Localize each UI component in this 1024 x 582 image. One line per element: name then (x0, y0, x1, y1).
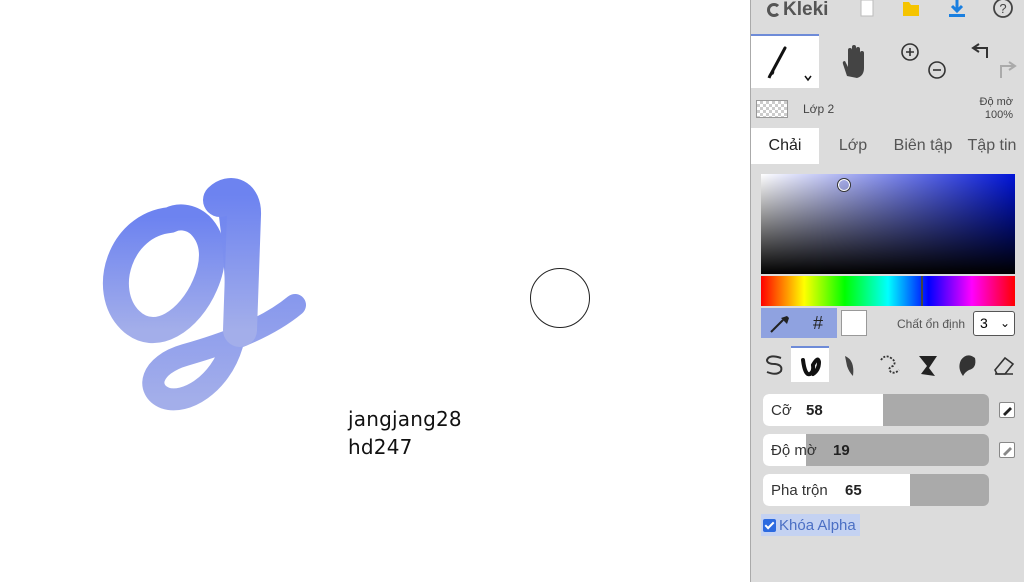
eyedropper-icon (770, 316, 789, 333)
blend-slider[interactable]: Pha trộn 65 (763, 474, 989, 506)
drawing-canvas[interactable]: jangjang28 hd247 (0, 0, 750, 582)
tab-file[interactable]: Tập tin (959, 128, 1024, 164)
sketchy-brush-icon[interactable] (831, 346, 869, 382)
eraser-icon[interactable] (985, 346, 1023, 382)
zoom-out-icon[interactable] (928, 61, 946, 79)
help-icon[interactable]: ? (991, 0, 1015, 20)
opacity-pressure-toggle[interactable] (999, 442, 1015, 458)
top-bar: Kleki ? (751, 0, 1024, 30)
hex-input-button[interactable]: # (799, 308, 837, 338)
opacity-slider-label: Độ mờ (771, 442, 817, 459)
stabilizer-label: Chất ổn định (897, 317, 966, 331)
hue-slider[interactable] (761, 276, 1015, 306)
saturation-value-picker[interactable] (761, 174, 1015, 274)
tool-row (751, 34, 1024, 88)
alpha-lock-label: Khóa Alpha (779, 516, 856, 534)
undo-icon[interactable] (971, 43, 988, 58)
stabilizer-select[interactable]: 3 ⌄ (973, 311, 1015, 336)
layer-opacity: Độ mờ 100% (980, 96, 1014, 122)
undo-redo-buttons (957, 34, 1024, 88)
brush-type-row (751, 346, 1024, 382)
blend-slider-label: Pha trộn (771, 482, 828, 499)
logo-text: Kleki (783, 0, 829, 20)
brush-stroke-letter-g (102, 178, 306, 411)
eyedropper-button[interactable] (761, 308, 799, 338)
size-slider-label: Cỡ (771, 402, 792, 419)
color-tools-row: # Chất ổn định 3 ⌄ (761, 308, 1015, 338)
layer-opacity-value: 100% (984, 109, 1013, 121)
download-icon[interactable] (945, 0, 969, 20)
brush-cursor (530, 268, 590, 328)
hue-slider-handle[interactable] (921, 276, 923, 306)
tab-edit[interactable]: Biên tập (887, 128, 959, 164)
redo-icon[interactable] (1000, 61, 1017, 78)
svg-text:?: ? (999, 1, 1006, 16)
layer-name: Lớp 2 (803, 102, 835, 116)
zoom-in-icon[interactable] (901, 43, 919, 61)
canvas-text-line-1: jangjang28 (348, 407, 462, 431)
alpha-lock-toggle[interactable]: Khóa Alpha (761, 514, 860, 536)
pixel-brush-icon[interactable] (871, 346, 909, 382)
tool-panel: Kleki ? Lớp 2 Độ mờ 100% Chải Lớp Biên t… (750, 0, 1024, 582)
chevron-down-icon: ⌄ (999, 316, 1010, 330)
size-slider[interactable]: Cỡ 58 (763, 394, 989, 426)
alpha-lock-checkbox[interactable] (763, 518, 776, 532)
hand-tool-button[interactable] (821, 34, 887, 88)
secondary-color-swatch[interactable] (841, 310, 867, 336)
panel-tabs: Chải Lớp Biên tập Tập tin (751, 128, 1024, 164)
blend-slider-value: 65 (845, 482, 862, 499)
current-layer-row[interactable]: Lớp 2 Độ mờ 100% (751, 92, 1024, 124)
blend-brush-icon[interactable] (791, 346, 829, 382)
pen-brush-icon[interactable] (755, 346, 793, 382)
layer-opacity-label: Độ mờ (979, 96, 1014, 108)
smudge-brush-icon[interactable] (947, 346, 985, 382)
brush-tool-button[interactable] (751, 34, 819, 88)
size-slider-value: 58 (806, 402, 823, 419)
zoom-buttons (889, 34, 953, 88)
new-file-icon[interactable] (855, 0, 879, 20)
pen-pressure-icon (1003, 447, 1012, 456)
size-pressure-toggle[interactable] (999, 402, 1015, 418)
opacity-slider-value: 19 (833, 442, 850, 459)
canvas-text-line-2: hd247 (348, 435, 413, 459)
chemy-brush-icon[interactable] (909, 346, 947, 382)
save-icon[interactable] (899, 0, 923, 20)
brush-icon (767, 46, 812, 82)
hand-icon (842, 45, 864, 78)
color-picker-handle[interactable] (837, 178, 851, 192)
opacity-slider[interactable]: Độ mờ 19 (763, 434, 989, 466)
layer-thumbnail (756, 100, 788, 118)
kleki-logo[interactable]: Kleki (767, 0, 828, 20)
tab-layers[interactable]: Lớp (819, 128, 887, 164)
kleki-logo-icon (767, 3, 781, 17)
pen-pressure-icon (1003, 407, 1012, 416)
tab-brush[interactable]: Chải (751, 128, 819, 164)
stabilizer-value: 3 (980, 315, 988, 331)
